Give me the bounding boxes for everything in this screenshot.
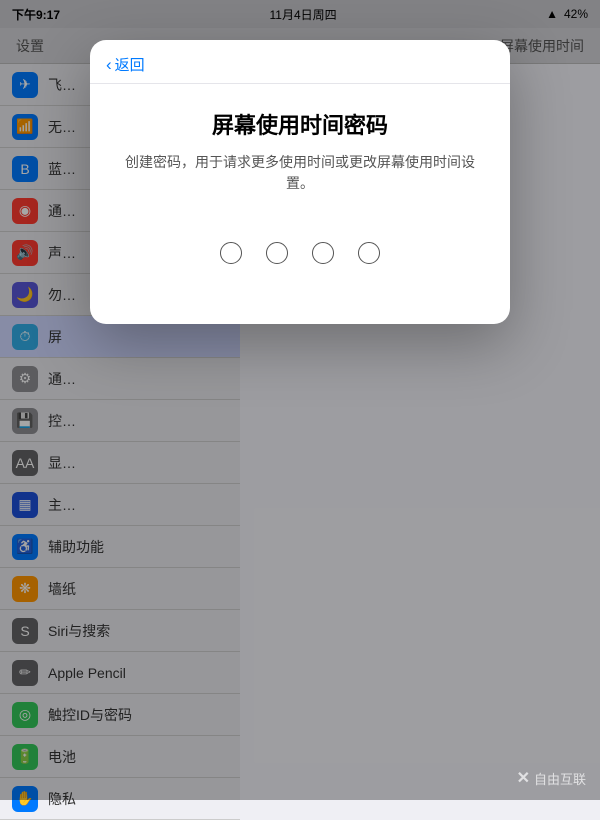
pin-dot-2 (266, 242, 288, 264)
pin-dot-4 (358, 242, 380, 264)
pin-dot-1 (220, 242, 242, 264)
modal-title: 屏幕使用时间密码 (122, 108, 478, 140)
passcode-modal: ‹ 返回 屏幕使用时间密码 创建密码，用于请求更多使用时间或更改屏幕使用时间设置… (90, 40, 510, 324)
modal-subtitle: 创建密码，用于请求更多使用时间或更改屏幕使用时间设置。 (122, 152, 478, 194)
back-chevron-icon: ‹ (106, 56, 112, 73)
watermark: ✕ 自由互联 (517, 768, 586, 788)
pin-dot-3 (312, 242, 334, 264)
watermark-text: 自由互联 (534, 769, 586, 788)
pin-input-dots[interactable] (122, 242, 478, 264)
modal-header: ‹ 返回 (90, 40, 510, 84)
modal-body: 屏幕使用时间密码 创建密码，用于请求更多使用时间或更改屏幕使用时间设置。 (90, 84, 510, 324)
watermark-x-icon: ✕ (517, 768, 530, 788)
back-button[interactable]: ‹ 返回 (106, 54, 145, 75)
modal-overlay: ‹ 返回 屏幕使用时间密码 创建密码，用于请求更多使用时间或更改屏幕使用时间设置… (0, 0, 600, 800)
back-label: 返回 (115, 54, 145, 75)
